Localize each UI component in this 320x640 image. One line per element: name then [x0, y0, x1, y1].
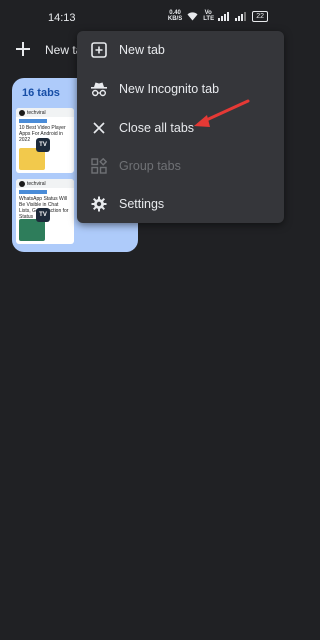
site-logo-icon — [19, 109, 25, 116]
menu-item-label: New tab — [119, 43, 165, 57]
volte-label: Vo LTE — [203, 10, 215, 22]
gear-icon — [90, 195, 108, 213]
overflow-menu: New tab New Incognito tab Close all tabs — [77, 31, 284, 223]
menu-item-close-all-tabs[interactable]: Close all tabs — [77, 109, 284, 147]
thumbnail-site-bar: techviral — [16, 108, 74, 117]
new-tab-icon — [90, 41, 108, 59]
signal-icon-2 — [235, 11, 247, 21]
battery-indicator: 22 — [252, 10, 268, 22]
menu-item-new-incognito-tab[interactable]: New Incognito tab — [77, 70, 284, 108]
tab-group-count: 16 tabs — [22, 87, 60, 99]
close-icon — [90, 119, 108, 137]
plus-icon[interactable] — [14, 40, 32, 58]
thumbnail-site-name: techviral — [27, 109, 46, 116]
status-icons: 0.40 KB/S Vo LTE 22 — [168, 10, 268, 22]
site-logo-icon — [19, 180, 25, 187]
wifi-icon — [187, 11, 198, 20]
thumbnail-tag-strip — [19, 190, 47, 194]
menu-item-label: Settings — [119, 197, 165, 211]
status-time: 14:13 — [48, 12, 76, 24]
incognito-icon — [90, 80, 108, 98]
menu-item-label: Close all tabs — [119, 121, 195, 135]
menu-item-settings[interactable]: Settings — [77, 185, 284, 223]
signal-icon — [218, 11, 230, 21]
annotation-arrow-icon — [194, 99, 250, 127]
menu-item-label: New Incognito tab — [119, 82, 220, 96]
network-speed-unit: KB/S — [167, 16, 183, 22]
group-tabs-icon — [90, 157, 108, 175]
site-badge-icon: TV — [36, 138, 50, 152]
thumbnail-tag-strip — [19, 119, 47, 123]
menu-item-label: Group tabs — [119, 159, 181, 173]
menu-item-group-tabs[interactable]: Group tabs — [77, 147, 284, 185]
thumbnail-site-name: techviral — [27, 180, 46, 187]
site-badge-icon: TV — [36, 208, 50, 222]
thumbnail-image — [19, 219, 45, 241]
network-speed: 0.40 KB/S — [168, 10, 182, 22]
menu-item-new-tab[interactable]: New tab — [77, 31, 284, 69]
thumbnail-site-bar: techviral — [16, 179, 74, 188]
